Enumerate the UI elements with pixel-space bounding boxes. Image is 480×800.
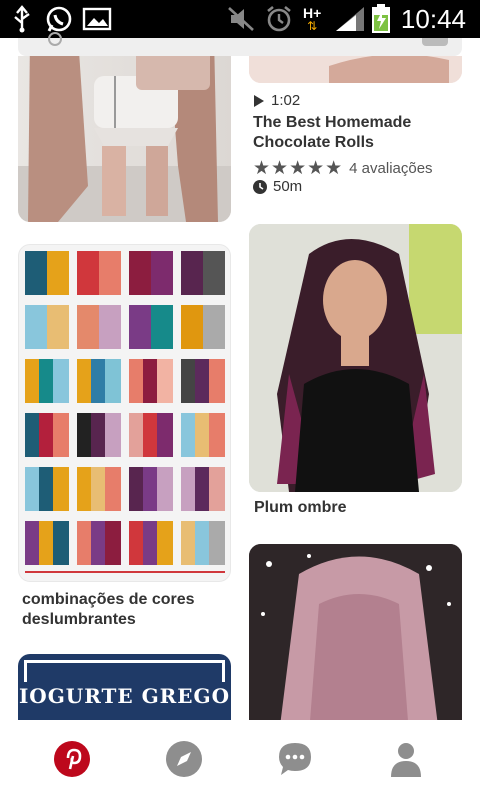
- pin-yogurt-label: IOGURTE GREGO: [18, 684, 231, 708]
- usb-icon: [10, 0, 34, 38]
- play-icon: [254, 94, 264, 107]
- pin-colors-title[interactable]: combinações de cores deslumbrantes: [22, 590, 228, 630]
- cook-time-label: 50m: [273, 178, 303, 195]
- pin-yogurt-image[interactable]: IOGURTE GREGO: [18, 654, 231, 720]
- gallery-icon: [82, 0, 112, 38]
- pin-fashion-image[interactable]: [18, 56, 231, 222]
- pin-plum-title[interactable]: Plum ombre: [254, 498, 460, 518]
- home-pinterest-icon[interactable]: [51, 738, 93, 780]
- video-duration: 1:02: [253, 92, 300, 109]
- pin-recipe-image[interactable]: [249, 56, 462, 83]
- search-icon: [48, 32, 62, 46]
- cook-time: 50m: [253, 178, 302, 195]
- video-duration-label: 1:02: [271, 92, 301, 109]
- data-arrows-icon: ⇅: [307, 19, 318, 33]
- plum-ombre-photo: [249, 224, 462, 492]
- camera-icon[interactable]: [422, 38, 448, 46]
- pin-plum-image[interactable]: [249, 224, 462, 492]
- rating: ★★★★★ 4 avaliações: [253, 157, 433, 180]
- alarm-icon: [264, 0, 294, 38]
- recipe-photo: [249, 56, 462, 83]
- clock-icon: [253, 179, 267, 194]
- pin-feed[interactable]: 1:02 The Best Homemade Chocolate Rolls ★…: [0, 56, 480, 720]
- pin-pink-hair-image[interactable]: [249, 544, 462, 720]
- color-palette-photo: [25, 251, 225, 573]
- fashion-photo: [18, 56, 231, 222]
- mute-icon: [226, 0, 256, 38]
- pin-recipe-title[interactable]: The Best Homemade Chocolate Rolls: [253, 113, 463, 153]
- messages-icon[interactable]: [274, 738, 316, 780]
- battery-charging-icon: [370, 0, 392, 38]
- rating-count: 4 avaliações: [349, 160, 433, 177]
- search-bar[interactable]: [18, 32, 462, 56]
- clock: 10:44: [400, 4, 466, 34]
- pin-colors-image[interactable]: [18, 244, 231, 582]
- bottom-navigation: [0, 720, 480, 800]
- network-type-label: H+: [303, 5, 322, 21]
- profile-icon[interactable]: [385, 738, 427, 780]
- greek-key-border: [24, 660, 225, 682]
- status-bar: H+ ⇅ 10:44: [0, 0, 480, 38]
- explore-compass-icon[interactable]: [163, 738, 205, 780]
- network-icon: H+ ⇅: [303, 0, 321, 38]
- rating-stars: ★★★★★: [253, 158, 344, 179]
- pink-hair-photo: [249, 544, 462, 720]
- signal-icon: [334, 0, 366, 38]
